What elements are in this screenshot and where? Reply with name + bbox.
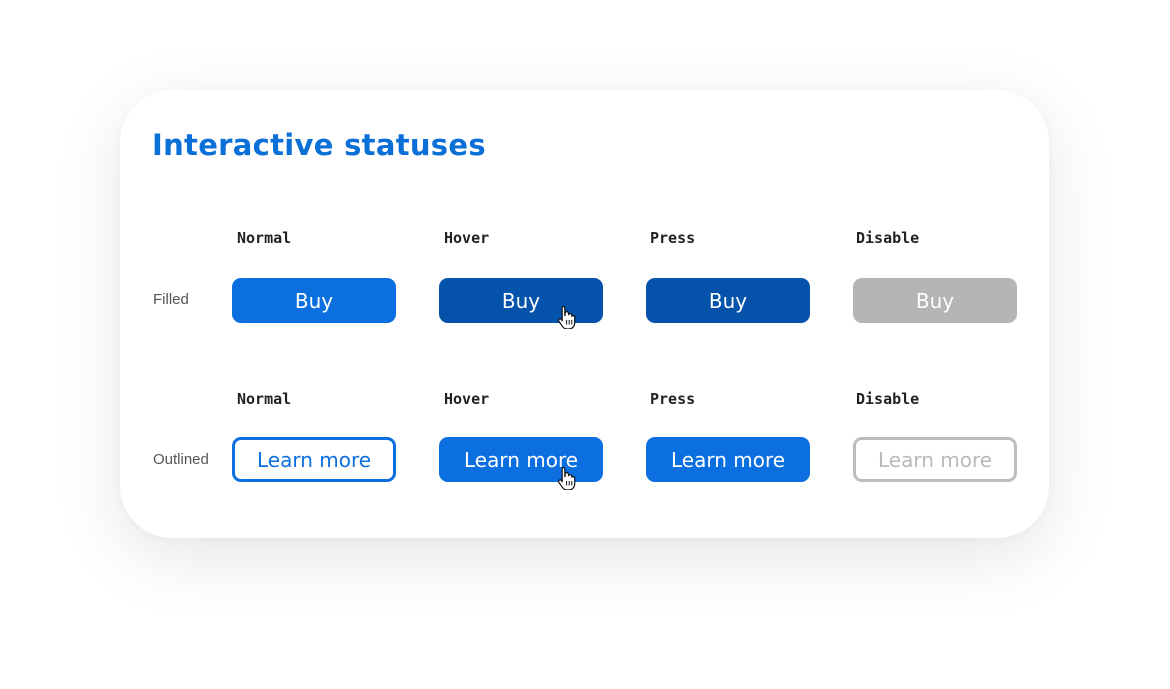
- buy-button-normal[interactable]: Buy: [232, 278, 396, 323]
- column-label-normal: Normal: [237, 229, 292, 247]
- hand-pointer-icon: [557, 305, 576, 329]
- learn-more-button-hover[interactable]: Learn more: [439, 437, 603, 482]
- learn-more-button-press[interactable]: Learn more: [646, 437, 810, 482]
- buy-button-press[interactable]: Buy: [646, 278, 810, 323]
- learn-more-button-disabled: Learn more: [853, 437, 1017, 482]
- column-label-disable: Disable: [856, 229, 920, 247]
- hand-pointer-icon: [557, 466, 576, 490]
- row-label-filled: Filled: [153, 291, 189, 308]
- column-label-normal: Normal: [237, 390, 292, 408]
- row-label-outlined: Outlined: [153, 451, 209, 468]
- column-label-press: Press: [650, 390, 696, 408]
- learn-more-button-normal[interactable]: Learn more: [232, 437, 396, 482]
- column-label-press: Press: [650, 229, 696, 247]
- buy-button-disabled: Buy: [853, 278, 1017, 323]
- column-label-hover: Hover: [444, 229, 490, 247]
- column-label-disable: Disable: [856, 390, 920, 408]
- column-label-hover: Hover: [444, 390, 490, 408]
- page-title: Interactive statuses: [152, 128, 486, 162]
- buy-button-hover[interactable]: Buy: [439, 278, 603, 323]
